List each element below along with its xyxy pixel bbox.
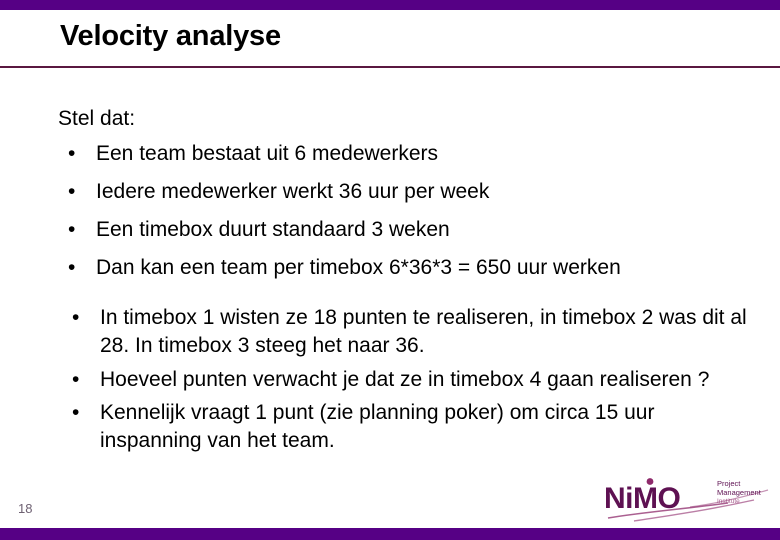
list-item: • Kennelijk vraagt 1 punt (zie planning …	[64, 399, 748, 455]
bullet-dot-icon: •	[68, 179, 76, 203]
nimo-logo: NiMO Project Management Institute	[604, 476, 774, 524]
logo-tagline-line-2: Management	[717, 488, 762, 497]
page-title: Velocity analyse	[60, 20, 281, 52]
logo-tagline-line-3: Institute	[717, 498, 740, 505]
slide: Velocity analyse Stel dat: • Een team be…	[0, 0, 780, 540]
nimo-logo-graphic: NiMO Project Management Institute	[604, 478, 769, 522]
list-item-label: Een timebox duurt standaard 3 weken	[96, 217, 450, 241]
logo-wordmark: NiMO	[604, 482, 680, 515]
logo-tagline-line-1: Project	[717, 479, 741, 488]
list-item-label: In timebox 1 wisten ze 18 punten te real…	[100, 305, 747, 357]
bullet-dot-icon: •	[72, 305, 80, 329]
bullet-list-assumptions: • Een team bestaat uit 6 medewerkers • I…	[64, 140, 748, 282]
list-item: • Hoeveel punten verwacht je dat ze in t…	[64, 366, 748, 394]
slide-body: Stel dat: • Een team bestaat uit 6 medew…	[58, 108, 748, 461]
page-number: 18	[18, 501, 33, 516]
list-item: • Een timebox duurt standaard 3 weken	[64, 216, 748, 244]
lead-text: Stel dat:	[58, 107, 136, 130]
bullet-dot-icon: •	[72, 401, 80, 425]
bullet-dot-icon: •	[72, 367, 80, 391]
list-item: • Iedere medewerker werkt 36 uur per wee…	[64, 178, 748, 206]
list-item: • Een team bestaat uit 6 medewerkers	[64, 140, 748, 168]
bullet-dot-icon: •	[68, 217, 76, 241]
list-item-label: Een team bestaat uit 6 medewerkers	[96, 142, 439, 165]
bullet-dot-icon: •	[68, 255, 76, 279]
title-divider	[0, 66, 780, 68]
bottom-purple-band	[0, 528, 780, 540]
list-item-label: Iedere medewerker werkt 36 uur per week	[96, 179, 490, 203]
list-item-label: Dan kan een team per timebox 6*36*3 = 65…	[96, 255, 621, 279]
top-purple-band	[0, 0, 780, 10]
list-item-label: Hoeveel punten verwacht je dat ze in tim…	[100, 367, 710, 391]
list-item: • In timebox 1 wisten ze 18 punten te re…	[64, 304, 748, 360]
bullet-dot-icon: •	[68, 142, 76, 165]
bullet-list-question: • In timebox 1 wisten ze 18 punten te re…	[64, 304, 748, 456]
list-item-label: Kennelijk vraagt 1 punt (zie planning po…	[100, 401, 655, 453]
list-item: • Dan kan een team per timebox 6*36*3 = …	[64, 254, 748, 282]
